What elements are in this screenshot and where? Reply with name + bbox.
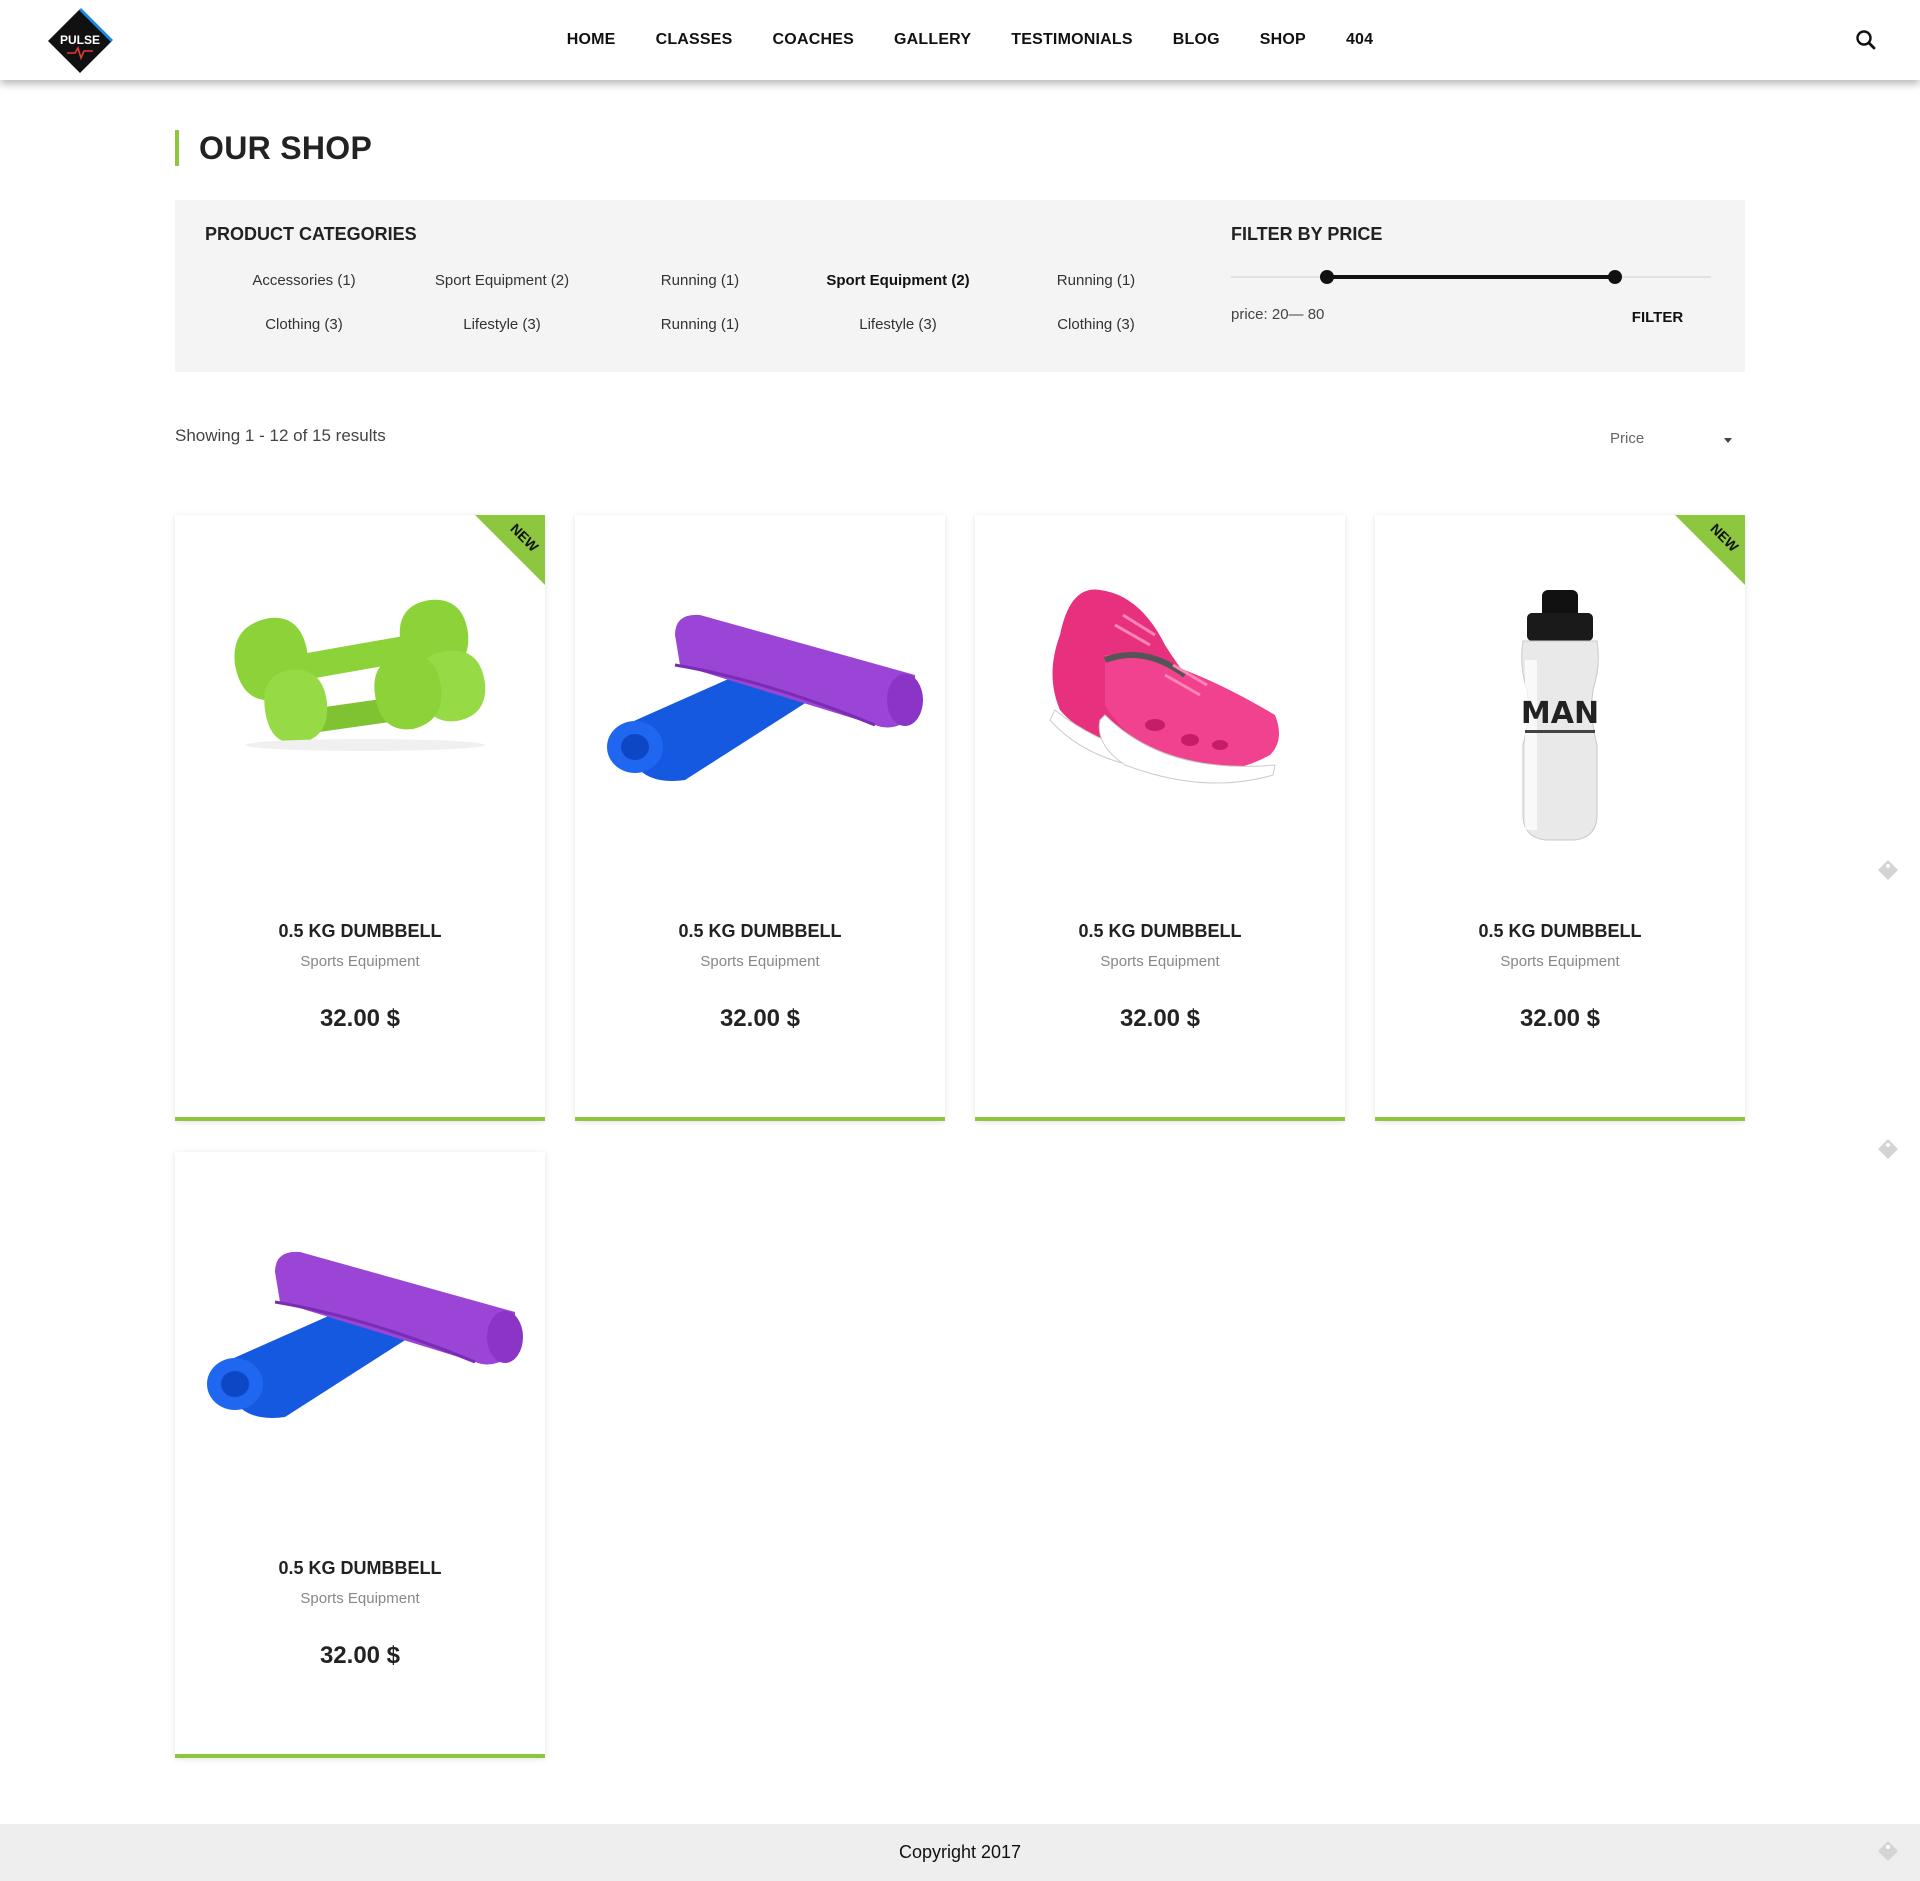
product-category: Sports Equipment [1100,953,1220,970]
product-category: Sports Equipment [300,953,420,970]
category-link[interactable]: Lifestyle (3) [403,314,601,336]
nav-coaches[interactable]: COACHES [773,31,854,49]
product-price: 32.00 $ [319,1642,401,1669]
product-category: Sports Equipment [1500,953,1620,970]
product-category: Sports Equipment [700,953,820,970]
price-range-label: price: 20— 80 [1231,306,1325,323]
category-link[interactable]: Accessories (1) [205,270,403,292]
product-category: Sports Equipment [300,1590,420,1607]
product-card[interactable]: NEW 0.5 KG DUMBBELL Sports Equipment 32.00 … [175,515,545,1121]
filter-panel: PRODUCT CATEGORIES Accessories (1) Sport … [175,200,1745,372]
nav-shop[interactable]: SHOP [1260,31,1306,49]
category-link[interactable]: Sport Equipment (2) [403,270,601,292]
category-link[interactable]: Running (1) [601,314,799,336]
category-link[interactable]: Clothing (3) [997,314,1195,336]
tag-icon[interactable] [1875,1838,1901,1864]
svg-text:MAN: MAN [1521,696,1599,731]
nav-404[interactable]: 404 [1346,31,1373,49]
product-card[interactable]: 0.5 KG DUMBBELL Sports Equipment 32.00 $ [175,1152,545,1758]
categories-title: PRODUCT CATEGORIES [205,224,417,244]
product-price: 32.00 $ [319,1005,401,1032]
product-image[interactable] [975,515,1345,915]
main-nav: HOME CLASSES COACHES GALLERY TESTIMONIAL… [0,0,1920,80]
results-count: Showing 1 - 12 of 15 results [175,426,386,445]
site-footer: Copyright 2017 [0,1824,1920,1881]
product-name[interactable]: 0.5 KG DUMBBELL [1375,921,1745,942]
sort-selected-value: Price [1610,430,1645,447]
nav-testimonials[interactable]: TESTIMONIALS [1011,31,1133,49]
product-price: 32.00 $ [1119,1005,1201,1032]
product-price: 32.00 $ [1519,1005,1601,1032]
category-list: Accessories (1) Sport Equipment (2) Runnin… [205,270,1195,336]
nav-blog[interactable]: BLOG [1173,31,1220,49]
category-link[interactable]: Clothing (3) [205,314,403,336]
product-name[interactable]: 0.5 KG DUMBBELL [175,921,545,942]
category-link[interactable]: Running (1) [997,270,1195,292]
caret-down-icon [1724,438,1732,443]
product-name[interactable]: 0.5 KG DUMBBELL [975,921,1345,942]
sort-select[interactable]: Price [1610,430,1740,452]
nav-home[interactable]: HOME [567,31,616,49]
site-header: PULSE HOME CLASSES COACHES GALLERY TESTI… [0,0,1920,80]
product-image[interactable] [575,515,945,915]
product-name[interactable]: 0.5 KG DUMBBELL [175,1558,545,1579]
new-badge: NEW [475,515,545,585]
price-filter-title: FILTER BY PRICE [1231,224,1383,244]
product-card[interactable]: 0.5 KG DUMBBELL Sports Equipment 32.00 $ [975,515,1345,1121]
product-name[interactable]: 0.5 KG DUMBBELL [575,921,945,942]
price-slider-min-handle[interactable] [1320,270,1334,284]
filter-button[interactable]: FILTER [1600,300,1715,334]
price-slider-max-handle[interactable] [1608,270,1622,284]
tag-icon[interactable] [1875,1136,1901,1162]
product-card[interactable]: 0.5 KG DUMBBELL Sports Equipment 32.00 $ [575,515,945,1121]
product-card[interactable]: MAN NEW 0.5 KG DUMBBELL Sports Equipment 32.… [1375,515,1745,1121]
search-icon[interactable] [1854,28,1878,52]
category-link[interactable]: Sport Equipment (2) [799,270,997,292]
price-slider-range [1327,275,1615,279]
tag-icon[interactable] [1875,857,1901,883]
category-link[interactable]: Running (1) [601,270,799,292]
category-link[interactable]: Lifestyle (3) [799,314,997,336]
nav-classes[interactable]: CLASSES [656,31,733,49]
product-image[interactable] [175,1152,545,1552]
copyright-text: Copyright 2017 [898,1842,1022,1862]
page-title: OUR SHOP [175,130,372,166]
nav-gallery[interactable]: GALLERY [894,31,971,49]
new-badge: NEW [1675,515,1745,585]
product-price: 32.00 $ [719,1005,801,1032]
